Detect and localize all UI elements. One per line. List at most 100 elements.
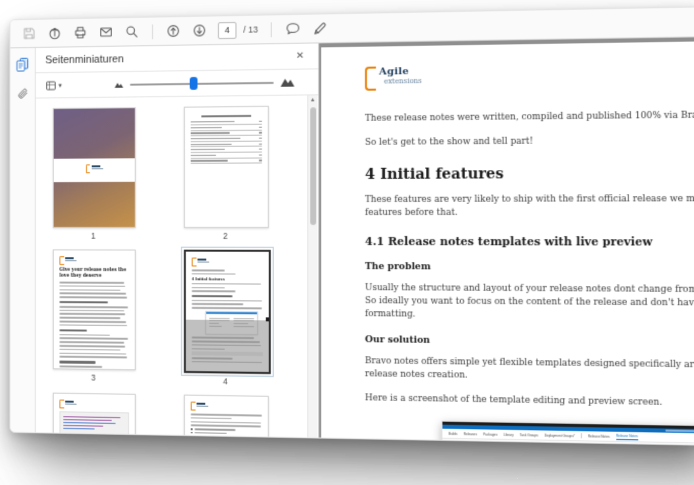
- thumbnail-page-6[interactable]: [184, 395, 269, 438]
- envelope-icon: [99, 25, 112, 39]
- thumbnail-cell: [53, 393, 134, 438]
- thumbnail-cell: [184, 395, 267, 438]
- screenshot-tab: Releases: [463, 432, 477, 436]
- thumbnail-page-1[interactable]: [53, 107, 136, 228]
- doc-paragraph-2: Usually the structure and layout of your…: [365, 282, 694, 325]
- screenshot-tab: Deployment Groups*: [544, 433, 575, 438]
- thumb-code-block: [59, 411, 129, 434]
- agile-extensions-mini-logo: [59, 256, 129, 265]
- cover-logo-band: [54, 158, 135, 182]
- doc-paragraph-intro2: So let's get to the show and tell part!: [365, 133, 694, 149]
- thumbnails-panel: Seitenminiaturen ✕ ▾: [36, 43, 319, 437]
- doc-heading-problem: The problem: [365, 261, 694, 274]
- thumb-text-skeleton: [191, 413, 262, 427]
- scrollbar-up-arrow[interactable]: ▲: [308, 95, 317, 103]
- thumbnail-cell: Give your release notes the love they de…: [53, 249, 134, 385]
- save-icon: [23, 27, 36, 41]
- page-number-input[interactable]: 4: [218, 21, 237, 38]
- page-thumbnails-tool[interactable]: [14, 56, 31, 74]
- thumbnail-page-label: 2: [184, 231, 267, 241]
- embedded-screenshot: Builds Releases Packages Library Task Gr…: [441, 421, 694, 445]
- out-of-view-overlay: [186, 320, 269, 372]
- toolbar-divider: [271, 22, 272, 37]
- attachments-tool[interactable]: [14, 85, 31, 103]
- previous-page-button[interactable]: [166, 23, 181, 39]
- screenshot-tab: Packages: [483, 432, 497, 436]
- document-page: Agile extensions These release notes wer…: [321, 40, 694, 445]
- thumbnail-page-5[interactable]: [53, 393, 136, 438]
- thumb-text-skeleton: [192, 300, 263, 310]
- thumbnail-list: 1: [36, 95, 318, 437]
- caret-down-icon: ▾: [58, 81, 61, 89]
- agile-extensions-mini-logo: [192, 258, 263, 267]
- edit-pencil-button[interactable]: [311, 20, 327, 36]
- speech-bubble-icon: [285, 22, 300, 36]
- screenshot-tab: Task Groups: [520, 433, 538, 437]
- circle-arrow-down-icon: [193, 23, 207, 37]
- window-body: Seitenminiaturen ✕ ▾: [10, 37, 694, 444]
- print-button[interactable]: [73, 25, 88, 41]
- search-button[interactable]: [124, 24, 139, 40]
- thumbnail3-title: Give your release notes the love they de…: [59, 268, 129, 279]
- thumbnail-page-label: 1: [53, 231, 134, 241]
- agile-extensions-logo: Agile extensions: [365, 61, 694, 91]
- sidebar-rail: [10, 48, 35, 432]
- thumb-text-skeleton: [59, 282, 129, 299]
- doc-heading-initial-features: 4 Initial features: [365, 164, 694, 183]
- panel-scrollbar[interactable]: ▲: [307, 95, 317, 437]
- screenshot-tab: Builds: [449, 431, 458, 435]
- share-upload-button[interactable]: [47, 25, 62, 41]
- doc-paragraph-1: These features are very likely to ship w…: [365, 193, 694, 220]
- next-page-button[interactable]: [192, 22, 208, 38]
- thumb-text-skeleton: [59, 306, 129, 327]
- thumbnail4-heading: 4 Initial features: [192, 277, 263, 281]
- thumbnail-size-control: [115, 76, 309, 89]
- agile-extensions-mini-logo: [191, 402, 262, 412]
- toolbar-divider: [152, 24, 153, 39]
- thumbnail-page-4[interactable]: 4 Initial features: [184, 250, 271, 374]
- thumb-text-skeleton: [192, 283, 263, 292]
- upload-icon: [48, 26, 61, 40]
- logo-bracket-icon: [365, 67, 376, 91]
- printer-icon: [74, 26, 87, 40]
- doc-paragraph-3: Bravo notes offers simple yet flexible t…: [365, 355, 694, 387]
- thumbnail-page-3[interactable]: Give your release notes the love they de…: [53, 249, 136, 370]
- screenshot-tab: Library: [504, 432, 514, 436]
- close-panel-button[interactable]: ✕: [292, 49, 308, 64]
- desktop-background: 4 / 13: [0, 0, 694, 485]
- thumb-text-skeleton: [59, 436, 129, 437]
- doc-paragraph-intro1: These release notes were written, compil…: [365, 108, 694, 125]
- comment-button[interactable]: [285, 21, 301, 37]
- options-grid-icon: [45, 79, 56, 91]
- thumbnail-page-2[interactable]: [184, 106, 269, 228]
- thumbnail-page-label: 3: [53, 372, 134, 383]
- logo-sub-text: extensions: [384, 77, 422, 86]
- thumbnail-cell: 1: [53, 107, 134, 240]
- small-thumbnails-icon: [115, 80, 124, 88]
- logo-brand-text: Agile: [379, 67, 422, 78]
- thumbnail-options-button[interactable]: ▾: [45, 79, 62, 91]
- slider-knob[interactable]: [190, 76, 198, 89]
- thumb-text-skeleton: [192, 269, 263, 275]
- page-count-label: / 13: [243, 25, 258, 35]
- thumbnail-cell: 2: [184, 106, 267, 241]
- thumbnail-size-slider[interactable]: [130, 81, 274, 85]
- document-pane: Agile extensions These release notes wer…: [319, 37, 694, 444]
- agile-extensions-mini-logo: [86, 164, 103, 173]
- pencil-icon: [312, 21, 327, 35]
- pdf-viewer-window: 4 / 13: [9, 6, 694, 445]
- panel-toolbar: ▾: [36, 69, 318, 98]
- agile-extensions-mini-logo: [59, 400, 129, 410]
- save-button[interactable]: [22, 26, 37, 42]
- view-resize-handle[interactable]: [265, 317, 269, 322]
- doc-heading-solution: Our solution: [365, 334, 694, 350]
- doc-paragraph-4: Here is a screenshot of the template edi…: [365, 392, 694, 412]
- thumbnail-page-label: 4: [184, 376, 267, 387]
- circle-arrow-up-icon: [167, 24, 181, 38]
- screenshot-search-box: [666, 429, 694, 432]
- email-button[interactable]: [98, 24, 113, 40]
- scrollbar-thumb[interactable]: [310, 107, 316, 225]
- panel-header: Seitenminiaturen ✕: [36, 43, 318, 73]
- logo-bracket-icon: [86, 164, 90, 173]
- large-thumbnails-icon: [281, 77, 295, 88]
